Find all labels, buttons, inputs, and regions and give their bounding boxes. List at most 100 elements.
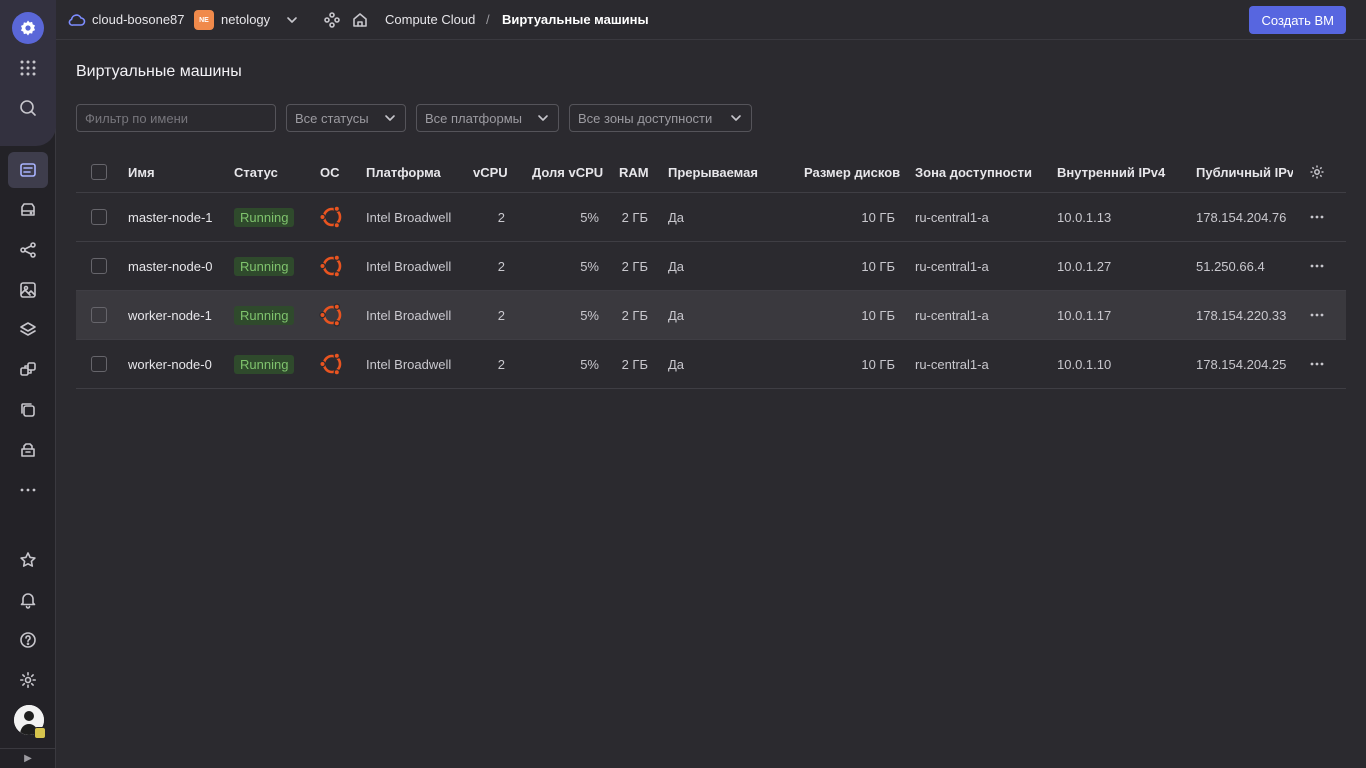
chevron-down-icon <box>731 115 741 121</box>
favorites-star-icon[interactable] <box>8 542 48 578</box>
col-header-ram[interactable]: RAM <box>619 152 649 192</box>
left-rail: ▶ <box>0 0 56 768</box>
vcpu-cell: 2 <box>497 209 505 225</box>
row-checkbox[interactable] <box>91 307 107 323</box>
internal-ip-cell: 10.0.1.10 <box>1057 356 1112 372</box>
col-header-disk-size[interactable]: Размер дисков <box>804 152 900 192</box>
status-badge: Running <box>234 354 295 374</box>
vcpu-cell: 2 <box>497 356 505 372</box>
row-checkbox[interactable] <box>91 258 107 274</box>
create-vm-button[interactable]: Создать ВМ <box>1249 6 1346 34</box>
preemptible-cell: Да <box>668 258 685 274</box>
vm-name[interactable]: worker-node-0 <box>128 340 212 388</box>
ubuntu-icon <box>319 340 345 388</box>
row-actions-menu-icon[interactable] <box>1309 193 1325 241</box>
zone-filter-select[interactable]: Все зоны доступности <box>569 104 752 132</box>
select-all-cell <box>91 152 107 192</box>
platform-cell: Intel Broadwell <box>366 356 452 372</box>
col-header-public-ip[interactable]: Публичный IPv4 <box>1196 152 1293 192</box>
table-row[interactable]: master-node-1 Running Intel Broadwell 2 … <box>76 193 1346 242</box>
col-header-status[interactable]: Статус <box>234 152 278 192</box>
public-ip-cell: 178.154.204.76 <box>1196 209 1287 225</box>
col-header-internal-ip[interactable]: Внутренний IPv4 <box>1057 152 1165 192</box>
status-cell: Running <box>234 193 295 241</box>
vcpu-share-cell: 5% <box>580 209 599 225</box>
platform-filter-value: Все платформы <box>425 110 522 126</box>
col-header-vcpu-share[interactable]: Доля vCPU <box>532 152 603 192</box>
table-row[interactable]: worker-node-0 Running Intel Broadwell 2 … <box>76 340 1346 389</box>
snapshots-icon[interactable] <box>8 392 48 428</box>
platform-filter-select[interactable]: Все платформы <box>416 104 559 132</box>
instance-groups-icon[interactable] <box>8 352 48 388</box>
all-services-icon[interactable] <box>8 50 48 86</box>
platform-cell: Intel Broadwell <box>366 307 452 323</box>
notifications-bell-icon[interactable] <box>8 582 48 618</box>
disk-size-cell: 10 ГБ <box>861 258 895 274</box>
images-icon[interactable] <box>8 272 48 308</box>
chevron-down-icon[interactable] <box>284 12 300 28</box>
row-checkbox[interactable] <box>91 356 107 372</box>
chevron-down-icon <box>385 115 395 121</box>
status-badge: Running <box>234 256 295 276</box>
row-select-cell <box>91 193 107 241</box>
status-badge: Running <box>234 305 295 325</box>
platform-cell: Intel Broadwell <box>366 258 452 274</box>
disks-icon[interactable] <box>8 192 48 228</box>
vm-name[interactable]: master-node-0 <box>128 242 213 290</box>
vm-name[interactable]: worker-node-1 <box>128 291 212 339</box>
home-icon[interactable] <box>351 11 369 29</box>
preemptible-cell: Да <box>668 356 685 372</box>
public-ip-cell: 178.154.204.25 <box>1196 356 1287 372</box>
disk-size-cell: 10 ГБ <box>861 209 895 225</box>
layers-icon[interactable] <box>8 312 48 348</box>
services-map-icon[interactable] <box>323 11 341 29</box>
cloud-name[interactable]: cloud-bosone87 <box>92 12 185 27</box>
col-header-name[interactable]: Имя <box>128 152 155 192</box>
row-actions-menu-icon[interactable] <box>1309 242 1325 290</box>
settings-gear-icon[interactable] <box>8 662 48 698</box>
search-icon[interactable] <box>8 90 48 126</box>
vm-table: Имя Статус ОС Платформа vCPU Доля vCPU R… <box>76 152 1346 389</box>
zone-cell: ru-central1-a <box>915 356 989 372</box>
status-cell: Running <box>234 291 295 339</box>
col-header-os[interactable]: ОС <box>320 152 340 192</box>
ubuntu-icon <box>319 291 345 339</box>
table-settings-gear-icon[interactable] <box>1309 152 1325 192</box>
col-header-zone[interactable]: Зона доступности <box>915 152 1032 192</box>
zone-cell: ru-central1-a <box>915 307 989 323</box>
breadcrumb-service[interactable]: Compute Cloud <box>385 12 475 27</box>
vcpu-share-cell: 5% <box>580 356 599 372</box>
public-ip-cell: 178.154.220.33 <box>1196 307 1287 323</box>
folder-name[interactable]: netology <box>221 12 270 27</box>
col-header-preemptible[interactable]: Прерываемая <box>668 152 758 192</box>
col-header-vcpu[interactable]: vCPU <box>473 152 508 192</box>
help-icon[interactable] <box>8 622 48 658</box>
backups-icon[interactable] <box>8 432 48 468</box>
disk-size-cell: 10 ГБ <box>861 307 895 323</box>
table-row[interactable]: master-node-0 Running Intel Broadwell 2 … <box>76 242 1346 291</box>
expand-rail-icon[interactable]: ▶ <box>0 748 56 768</box>
status-cell: Running <box>234 242 295 290</box>
network-icon[interactable] <box>8 232 48 268</box>
virtual-machines-icon[interactable] <box>8 152 48 188</box>
name-filter-input[interactable] <box>76 104 276 132</box>
avatar-status-badge <box>34 727 46 739</box>
page-title: Виртуальные машины <box>76 63 242 80</box>
row-select-cell <box>91 340 107 388</box>
yandex-cloud-logo-icon[interactable] <box>12 12 44 44</box>
ram-cell: 2 ГБ <box>621 307 648 323</box>
preemptible-cell: Да <box>668 209 685 225</box>
ram-cell: 2 ГБ <box>621 356 648 372</box>
select-all-checkbox[interactable] <box>91 164 107 180</box>
vm-name[interactable]: master-node-1 <box>128 193 213 241</box>
row-actions-menu-icon[interactable] <box>1309 340 1325 388</box>
vcpu-share-cell: 5% <box>580 258 599 274</box>
table-row[interactable]: worker-node-1 Running Intel Broadwell 2 … <box>76 291 1346 340</box>
vcpu-cell: 2 <box>497 307 505 323</box>
status-filter-value: Все статусы <box>295 110 369 126</box>
more-services-icon[interactable] <box>8 472 48 508</box>
col-header-platform[interactable]: Платформа <box>366 152 441 192</box>
row-actions-menu-icon[interactable] <box>1309 291 1325 339</box>
row-checkbox[interactable] <box>91 209 107 225</box>
status-filter-select[interactable]: Все статусы <box>286 104 406 132</box>
